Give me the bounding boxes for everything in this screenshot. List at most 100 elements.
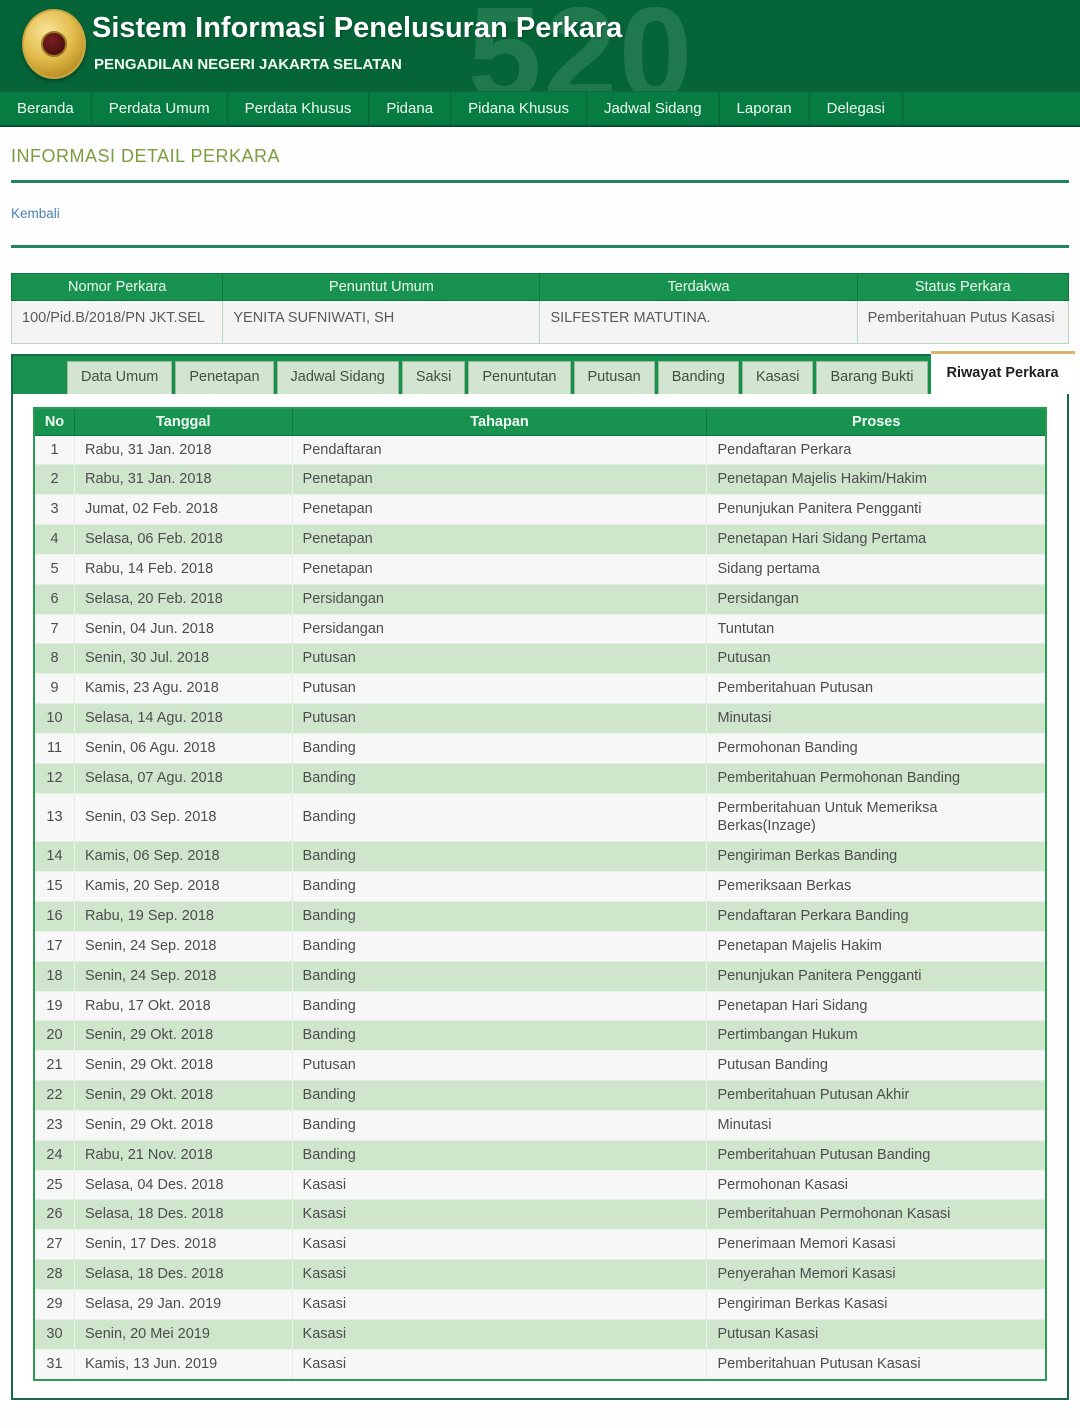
cell-tanggal: Kamis, 13 Jun. 2019 xyxy=(74,1349,292,1379)
tab-penuntutan[interactable]: Penuntutan xyxy=(468,361,570,394)
table-row: 27Senin, 17 Des. 2018KasasiPenerimaan Me… xyxy=(34,1230,1046,1260)
history-header-row: NoTanggalTahapanProses xyxy=(34,408,1046,435)
cell-tahapan: Banding xyxy=(292,991,707,1021)
history-col-no: No xyxy=(34,408,74,435)
cell-no: 30 xyxy=(34,1319,74,1349)
cell-no: 10 xyxy=(34,704,74,734)
table-row: 6Selasa, 20 Feb. 2018PersidanganPersidan… xyxy=(34,584,1046,614)
tab-data-umum[interactable]: Data Umum xyxy=(67,361,172,394)
cell-proses: Penetapan Hari Sidang xyxy=(707,991,1046,1021)
col-terdakwa: Terdakwa xyxy=(540,274,857,301)
nav-bar: BerandaPerdata UmumPerdata KhususPidanaP… xyxy=(0,91,1080,127)
cell-tanggal: Selasa, 18 Des. 2018 xyxy=(74,1200,292,1230)
history-table-body: 1Rabu, 31 Jan. 2018PendaftaranPendaftara… xyxy=(34,435,1046,1380)
tab-kasasi[interactable]: Kasasi xyxy=(742,361,814,394)
cell-no: 20 xyxy=(34,1021,74,1051)
cell-tahapan: Kasasi xyxy=(292,1230,707,1260)
table-row: 4Selasa, 06 Feb. 2018PenetapanPenetapan … xyxy=(34,525,1046,555)
cell-no: 4 xyxy=(34,525,74,555)
cell-tahapan: Banding xyxy=(292,733,707,763)
cell-proses: Penerimaan Memori Kasasi xyxy=(707,1230,1046,1260)
cell-tahapan: Putusan xyxy=(292,704,707,734)
cell-proses: Pemberitahuan Permohonan Kasasi xyxy=(707,1200,1046,1230)
cell-proses: Pertimbangan Hukum xyxy=(707,1021,1046,1051)
cell-tahapan: Banding xyxy=(292,1140,707,1170)
app-title: Sistem Informasi Penelusuran Perkara xyxy=(92,12,622,45)
cell-tanggal: Senin, 29 Okt. 2018 xyxy=(74,1051,292,1081)
tab-putusan[interactable]: Putusan xyxy=(574,361,655,394)
table-row: 12Selasa, 07 Agu. 2018BandingPemberitahu… xyxy=(34,763,1046,793)
table-row: 15Kamis, 20 Sep. 2018BandingPemeriksaan … xyxy=(34,872,1046,902)
table-row: 25Selasa, 04 Des. 2018KasasiPermohonan K… xyxy=(34,1170,1046,1200)
cell-tanggal: Senin, 29 Okt. 2018 xyxy=(74,1081,292,1111)
tab-barang-bukti[interactable]: Barang Bukti xyxy=(816,361,927,394)
tab-jadwal-sidang[interactable]: Jadwal Sidang xyxy=(277,361,399,394)
cell-tahapan: Penetapan xyxy=(292,495,707,525)
nav-item-pidana-khusus[interactable]: Pidana Khusus xyxy=(451,92,587,125)
col-penuntut-umum: Penuntut Umum xyxy=(223,274,540,301)
cell-tahapan: Kasasi xyxy=(292,1289,707,1319)
nav-item-pidana[interactable]: Pidana xyxy=(369,92,451,125)
table-row: 8Senin, 30 Jul. 2018PutusanPutusan xyxy=(34,644,1046,674)
tab-banding[interactable]: Banding xyxy=(658,361,739,394)
cell-proses: Putusan xyxy=(707,644,1046,674)
cell-proses: Tuntutan xyxy=(707,614,1046,644)
cell-tanggal: Kamis, 23 Agu. 2018 xyxy=(74,674,292,704)
cell-no: 2 xyxy=(34,465,74,495)
cell-proses: Permberitahuan Untuk Memeriksa Berkas(In… xyxy=(707,793,1046,842)
cell-tahapan: Kasasi xyxy=(292,1200,707,1230)
cell-tanggal: Senin, 17 Des. 2018 xyxy=(74,1230,292,1260)
cell-tanggal: Rabu, 17 Okt. 2018 xyxy=(74,991,292,1021)
app-header: 520 Sistem Informasi Penelusuran Perkara… xyxy=(0,0,1080,91)
cell-tahapan: Persidangan xyxy=(292,584,707,614)
cell-tanggal: Senin, 06 Agu. 2018 xyxy=(74,733,292,763)
cell-tahapan: Persidangan xyxy=(292,614,707,644)
cell-tanggal: Senin, 24 Sep. 2018 xyxy=(74,961,292,991)
cell-proses: Putusan Kasasi xyxy=(707,1319,1046,1349)
cell-tanggal: Rabu, 31 Jan. 2018 xyxy=(74,435,292,465)
cell-tanggal: Selasa, 29 Jan. 2019 xyxy=(74,1289,292,1319)
cell-proses: Pemeriksaan Berkas xyxy=(707,872,1046,902)
cell-tanggal: Senin, 29 Okt. 2018 xyxy=(74,1110,292,1140)
cell-no: 5 xyxy=(34,554,74,584)
tab-riwayat-perkara[interactable]: Riwayat Perkara xyxy=(931,351,1075,394)
nav-item-delegasi[interactable]: Delegasi xyxy=(810,92,903,125)
cell-proses: Pemberitahuan Permohonan Banding xyxy=(707,763,1046,793)
prosecutor-name: YENITA SUFNIWATI, SH xyxy=(223,301,540,344)
cell-proses: Penunjukan Panitera Pengganti xyxy=(707,961,1046,991)
cell-tanggal: Senin, 04 Jun. 2018 xyxy=(74,614,292,644)
nav-item-laporan[interactable]: Laporan xyxy=(720,92,810,125)
table-row: 14Kamis, 06 Sep. 2018BandingPengiriman B… xyxy=(34,842,1046,872)
nav-item-beranda[interactable]: Beranda xyxy=(0,92,92,125)
cell-no: 14 xyxy=(34,842,74,872)
cell-proses: Pemberitahuan Putusan xyxy=(707,674,1046,704)
cell-tahapan: Kasasi xyxy=(292,1319,707,1349)
tab-saksi[interactable]: Saksi xyxy=(402,361,465,394)
cell-no: 16 xyxy=(34,902,74,932)
nav-item-perdata-khusus[interactable]: Perdata Khusus xyxy=(228,92,370,125)
divider xyxy=(11,245,1069,248)
back-link[interactable]: Kembali xyxy=(11,206,60,221)
cell-no: 25 xyxy=(34,1170,74,1200)
cell-tanggal: Senin, 24 Sep. 2018 xyxy=(74,931,292,961)
cell-tahapan: Banding xyxy=(292,763,707,793)
cell-proses: Pengiriman Berkas Banding xyxy=(707,842,1046,872)
case-status: Pemberitahuan Putus Kasasi xyxy=(857,301,1068,344)
nav-item-perdata-umum[interactable]: Perdata Umum xyxy=(92,92,228,125)
cell-no: 28 xyxy=(34,1260,74,1290)
cell-no: 13 xyxy=(34,793,74,842)
tab-penetapan[interactable]: Penetapan xyxy=(175,361,273,394)
logo-emblem-icon xyxy=(41,31,67,57)
case-info-value-row: 100/Pid.B/2018/PN JKT.SEL YENITA SUFNIWA… xyxy=(12,301,1069,344)
tab-content-riwayat-perkara: NoTanggalTahapanProses 1Rabu, 31 Jan. 20… xyxy=(13,394,1067,1398)
cell-tanggal: Senin, 20 Mei 2019 xyxy=(74,1319,292,1349)
mahkamah-agung-logo-icon xyxy=(22,9,86,79)
cell-tahapan: Kasasi xyxy=(292,1349,707,1379)
table-row: 10Selasa, 14 Agu. 2018PutusanMinutasi xyxy=(34,704,1046,734)
cell-proses: Pengiriman Berkas Kasasi xyxy=(707,1289,1046,1319)
nav-item-jadwal-sidang[interactable]: Jadwal Sidang xyxy=(587,92,720,125)
cell-tanggal: Senin, 30 Jul. 2018 xyxy=(74,644,292,674)
cell-tanggal: Rabu, 21 Nov. 2018 xyxy=(74,1140,292,1170)
case-detail-panel: Data UmumPenetapanJadwal SidangSaksiPenu… xyxy=(11,354,1069,1400)
cell-tanggal: Selasa, 18 Des. 2018 xyxy=(74,1260,292,1290)
